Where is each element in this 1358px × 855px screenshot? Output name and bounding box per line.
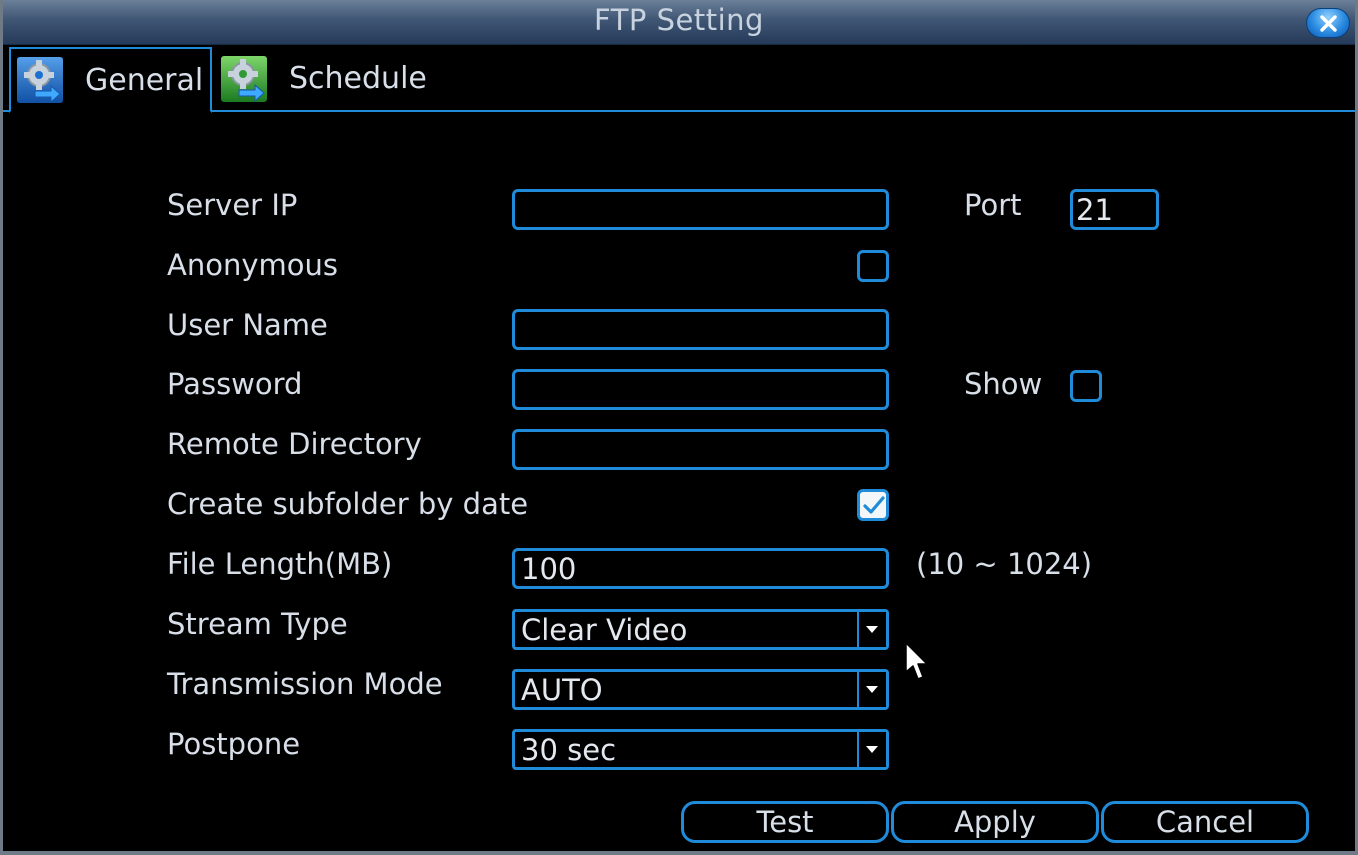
tab-bar: General Schedule bbox=[3, 44, 1355, 113]
create-subfolder-checkbox[interactable] bbox=[857, 489, 889, 521]
transmission-mode-label: Transmission Mode bbox=[167, 667, 443, 701]
caret-down-icon bbox=[866, 746, 878, 753]
file-length-input[interactable] bbox=[512, 548, 889, 589]
remote-directory-label: Remote Directory bbox=[167, 427, 422, 461]
settings-gear-arrow-icon bbox=[221, 55, 267, 102]
close-button[interactable] bbox=[1306, 8, 1350, 38]
port-input[interactable] bbox=[1070, 189, 1159, 230]
stream-type-select[interactable]: Clear Video bbox=[512, 609, 889, 650]
transmission-mode-dropdown-button[interactable] bbox=[857, 672, 886, 707]
server-ip-input[interactable] bbox=[512, 189, 889, 230]
postpone-value: 30 sec bbox=[521, 733, 617, 767]
transmission-mode-select[interactable]: AUTO bbox=[512, 669, 889, 710]
server-ip-label: Server IP bbox=[167, 188, 298, 222]
show-password-label: Show bbox=[964, 367, 1043, 401]
cancel-button[interactable]: Cancel bbox=[1101, 801, 1309, 843]
transmission-mode-value: AUTO bbox=[521, 673, 603, 707]
settings-gear-arrow-icon bbox=[17, 57, 63, 104]
postpone-select[interactable]: 30 sec bbox=[512, 729, 889, 770]
stream-type-value: Clear Video bbox=[521, 613, 688, 647]
test-button[interactable]: Test bbox=[681, 801, 889, 843]
postpone-dropdown-button[interactable] bbox=[857, 732, 886, 767]
user-name-label: User Name bbox=[167, 308, 328, 342]
postpone-label: Postpone bbox=[167, 727, 301, 761]
ftp-setting-window: FTP Setting General Schedule Server IP P… bbox=[0, 0, 1358, 855]
file-length-range: (10 ~ 1024) bbox=[916, 547, 1093, 581]
tab-schedule-label: Schedule bbox=[289, 61, 427, 96]
apply-button[interactable]: Apply bbox=[891, 801, 1099, 843]
window-title: FTP Setting bbox=[594, 3, 764, 37]
caret-down-icon bbox=[866, 626, 878, 633]
tab-general[interactable]: General bbox=[9, 47, 212, 113]
title-bar: FTP Setting bbox=[3, 0, 1355, 45]
stream-type-dropdown-button[interactable] bbox=[857, 612, 886, 647]
user-name-input[interactable] bbox=[512, 309, 889, 350]
anonymous-label: Anonymous bbox=[167, 248, 338, 282]
checkmark-icon bbox=[863, 496, 885, 514]
anonymous-checkbox[interactable] bbox=[857, 250, 889, 282]
password-label: Password bbox=[167, 367, 303, 401]
file-length-label: File Length(MB) bbox=[167, 547, 393, 581]
create-subfolder-label: Create subfolder by date bbox=[167, 487, 529, 521]
mouse-cursor-icon bbox=[905, 642, 928, 680]
stream-type-label: Stream Type bbox=[167, 607, 348, 641]
port-label: Port bbox=[964, 188, 1022, 222]
tab-general-label: General bbox=[85, 62, 204, 98]
close-icon bbox=[1320, 15, 1337, 32]
tab-schedule[interactable]: Schedule bbox=[217, 47, 427, 110]
password-input[interactable] bbox=[512, 369, 889, 410]
remote-directory-input[interactable] bbox=[512, 429, 889, 470]
show-password-checkbox[interactable] bbox=[1070, 370, 1102, 402]
caret-down-icon bbox=[866, 686, 878, 693]
